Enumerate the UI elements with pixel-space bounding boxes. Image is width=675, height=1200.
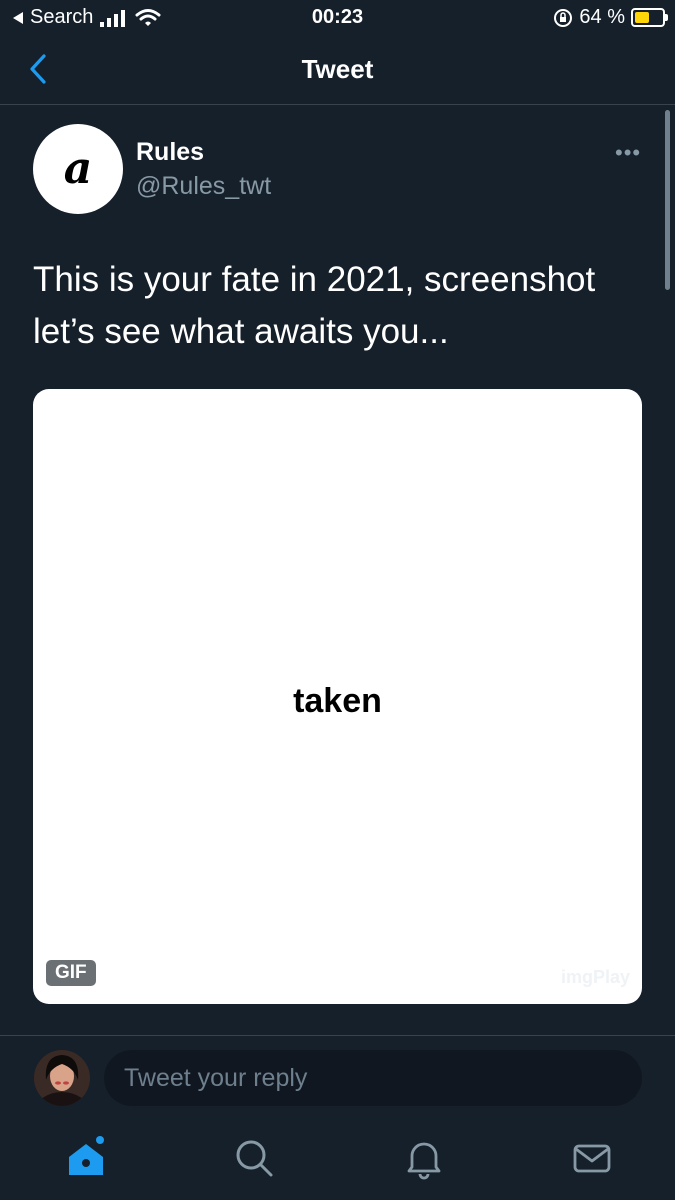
tweet-text-line: let’s see what awaits you... xyxy=(33,312,449,351)
tweet-media-gif[interactable]: taken GIF imgPlay xyxy=(33,389,642,1004)
battery-icon xyxy=(631,8,668,27)
gif-badge: GIF xyxy=(46,960,96,986)
author-avatar[interactable]: a xyxy=(33,124,123,214)
media-watermark: imgPlay xyxy=(560,967,630,987)
bell-icon[interactable] xyxy=(402,1136,446,1180)
avatar-letter: a xyxy=(63,143,93,194)
scrollbar[interactable] xyxy=(665,110,670,290)
tab-bar xyxy=(0,1120,675,1200)
mail-icon[interactable] xyxy=(570,1136,614,1180)
reply-bar: Tweet your reply xyxy=(0,1036,675,1120)
status-bar: Search 00:23 64 % xyxy=(0,0,675,36)
author-name[interactable]: Rules xyxy=(136,138,204,167)
tweet-text-line: This is your fate in 2021, screenshot xyxy=(33,260,596,299)
home-icon[interactable] xyxy=(64,1136,108,1180)
author-handle[interactable]: @Rules_twt xyxy=(136,172,271,201)
reply-placeholder: Tweet your reply xyxy=(124,1063,308,1092)
user-avatar[interactable] xyxy=(34,1050,90,1106)
battery-percent-label: 64 % xyxy=(579,6,625,28)
page-title: Tweet xyxy=(301,54,374,84)
tweet-text: This is your fate in 2021, screenshot le… xyxy=(33,254,643,358)
reply-input[interactable]: Tweet your reply xyxy=(104,1050,642,1106)
nav-header: Tweet xyxy=(0,36,675,105)
user-avatar-image xyxy=(34,1050,90,1106)
search-icon[interactable] xyxy=(232,1136,276,1180)
media-caption-word: taken xyxy=(293,682,382,720)
status-right: 64 % xyxy=(553,6,668,29)
more-options-icon[interactable]: ••• xyxy=(615,140,641,166)
rotation-lock-icon xyxy=(554,8,573,27)
